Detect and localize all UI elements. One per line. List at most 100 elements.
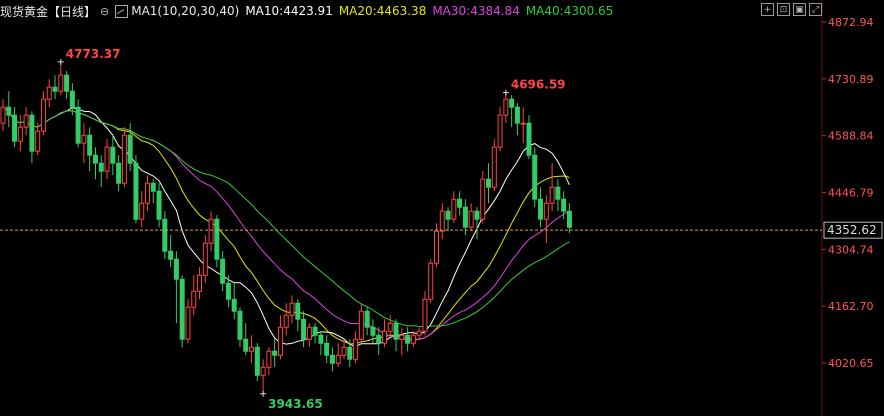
candle-down xyxy=(329,354,335,364)
crosshair-icon[interactable]: + xyxy=(761,3,774,16)
candle-down xyxy=(150,182,156,192)
candle-down xyxy=(52,86,58,92)
candle-down xyxy=(514,106,520,124)
candle-up xyxy=(40,98,46,132)
candle-down xyxy=(526,122,532,156)
candle-up xyxy=(439,210,445,232)
candle-down xyxy=(220,258,226,284)
candle-down xyxy=(566,210,572,228)
candle-down xyxy=(231,298,237,312)
candle-down xyxy=(295,302,301,320)
current-price-label: 4352.62 xyxy=(827,223,877,237)
candle-up xyxy=(306,326,312,340)
candle-down xyxy=(324,342,330,356)
candle-down xyxy=(29,114,35,152)
candle-up xyxy=(58,74,64,92)
ma10-value: MA10:4423.91 xyxy=(245,4,333,18)
candle-up xyxy=(249,346,255,352)
candle-up xyxy=(104,146,110,172)
candle-down xyxy=(457,198,463,208)
candle-down xyxy=(272,350,278,356)
candle-down xyxy=(156,190,162,220)
candle-up xyxy=(416,330,422,336)
candle-down xyxy=(405,334,411,344)
candle-up xyxy=(353,338,359,360)
candle-down xyxy=(393,322,399,340)
candle-up xyxy=(23,114,29,128)
candle-down xyxy=(179,278,185,340)
candle-up xyxy=(381,330,387,344)
candle-up xyxy=(491,146,497,188)
candle-down xyxy=(69,90,75,108)
candle-up xyxy=(335,354,341,364)
candle-up xyxy=(145,182,150,204)
candle-up xyxy=(387,322,393,332)
candle-down xyxy=(486,178,492,188)
candle-up xyxy=(283,314,289,328)
ma30-value: MA30:4384.84 xyxy=(432,4,520,18)
candle-down xyxy=(225,282,231,300)
candle-down xyxy=(168,250,174,260)
candle-up xyxy=(399,334,405,340)
candle-up xyxy=(202,242,208,276)
candle-up xyxy=(497,114,503,148)
candle-down xyxy=(243,338,249,352)
candle-up xyxy=(422,298,428,332)
candle-up xyxy=(0,106,6,124)
expand-icon[interactable]: ⤢ xyxy=(809,3,822,16)
candle-down xyxy=(6,106,12,116)
candle-down xyxy=(561,198,567,212)
ma-indicator-icon[interactable] xyxy=(115,4,129,18)
candle-up xyxy=(46,86,52,100)
y-tick-label: 4588.84 xyxy=(828,130,874,143)
candle-down xyxy=(445,210,451,220)
candle-down xyxy=(64,74,70,92)
zoom-icon[interactable]: ⊡ xyxy=(777,3,790,16)
candle-up xyxy=(121,134,127,184)
ma-parameters[interactable]: MA1(10,20,30,40) xyxy=(131,4,239,18)
candle-up xyxy=(139,202,145,220)
candle-down xyxy=(509,98,515,108)
settings-icon[interactable]: ⊖ xyxy=(100,5,109,18)
candle-down xyxy=(116,162,122,184)
candle-down xyxy=(127,134,133,164)
candle-down xyxy=(237,310,243,340)
instrument-title: 现货黄金【日线】 xyxy=(0,4,97,19)
candle-down xyxy=(538,198,544,220)
chart-toolbar: + ⊡ ▣ ⤢ xyxy=(761,3,822,16)
candle-up xyxy=(410,334,416,344)
y-tick-label: 4162.70 xyxy=(828,300,874,313)
candle-up xyxy=(358,310,364,340)
candle-up xyxy=(428,262,434,300)
candle-down xyxy=(312,326,318,336)
candle-down xyxy=(474,210,480,220)
candle-up xyxy=(197,274,203,292)
candle-up xyxy=(468,210,474,228)
candle-down xyxy=(462,206,468,228)
y-tick-label: 4304.74 xyxy=(828,243,874,256)
candle-down xyxy=(110,146,116,164)
candle-down xyxy=(555,186,561,200)
candle-down xyxy=(133,162,139,220)
candle-up xyxy=(549,186,555,204)
candle-down xyxy=(12,114,18,142)
window-icon[interactable]: ▣ xyxy=(793,3,806,16)
y-tick-label: 4446.79 xyxy=(828,187,874,200)
candle-down xyxy=(347,346,353,360)
candle-up xyxy=(520,122,526,125)
candle-up xyxy=(35,130,41,152)
candle-up xyxy=(277,326,283,356)
ma40-value: MA40:4300.65 xyxy=(525,4,614,18)
candle-down xyxy=(532,154,538,200)
y-tick-label: 4872.94 xyxy=(828,16,874,29)
candle-down xyxy=(376,334,382,344)
candle-up xyxy=(451,198,457,220)
candle-down xyxy=(92,154,98,164)
candle-down xyxy=(301,318,307,340)
candle-up xyxy=(81,134,87,144)
candle-up xyxy=(341,346,347,356)
candle-down xyxy=(370,326,376,336)
high-annotation-label: 4773.37 xyxy=(66,47,121,61)
candle-down xyxy=(75,106,81,144)
candle-down xyxy=(214,218,220,260)
